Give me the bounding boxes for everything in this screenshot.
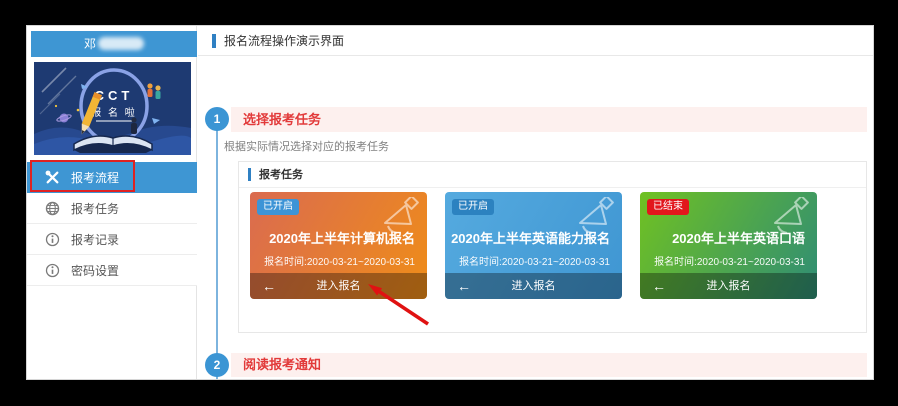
step1-header-strip: 选择报考任务 [231,107,867,132]
task-card-footer: ← 进入报名 [640,273,817,299]
sidebar-item-label: 报考流程 [71,169,119,186]
section-marker [248,168,251,181]
section-marker [212,34,216,48]
page-title: 报名流程操作演示界面 [224,26,344,56]
back-arrow-icon[interactable]: ← [652,273,666,299]
task-time: 报名时间:2020-03-21~2020-03-31 [459,253,610,268]
enter-registration-button[interactable]: 进入报名 [250,273,427,299]
sidebar-item-exam-tasks[interactable]: 报考任务 [27,193,197,224]
status-badge: 已结束 [647,199,689,215]
page-header: 报名流程操作演示界面 [198,26,873,56]
task-card-computer[interactable]: 已开启 2020年上半年计算机报名 报名时间:2020-03-21~2020-0… [250,192,427,299]
sidebar-item-exam-records[interactable]: 报考记录 [27,224,197,255]
task-card-english-ability[interactable]: 已开启 2020年上半年英语能力报名 报名时间:2020-03-21~2020-… [445,192,622,299]
task-title: 2020年上半年英语口语 [672,228,805,247]
tools-icon [45,170,60,185]
sidebar-item-exam-process[interactable]: 报考流程 [27,162,197,193]
globe-icon [45,201,60,216]
task-time: 报名时间:2020-03-21~2020-03-31 [654,253,805,268]
step1-description: 根据实际情况选择对应的报考任务 [224,138,389,154]
step-timeline-line [216,119,218,379]
sidebar: 邓 CCT 报 名 啦 [27,26,197,379]
user-name-bar: 邓 [31,31,197,57]
sidebar-item-label: 密码设置 [71,262,119,279]
task-time: 报名时间:2020-03-21~2020-03-31 [264,253,415,268]
step1-number-badge: 1 [205,107,229,131]
step2-header-strip: 阅读报考通知 [231,353,867,377]
task-card-footer: ← 进入报名 [250,273,427,299]
task-panel-title: 报考任务 [259,162,303,188]
step2-title: 阅读报考通知 [231,353,867,377]
sidebar-item-password-settings[interactable]: 密码设置 [27,255,197,286]
back-arrow-icon[interactable]: ← [457,273,471,299]
user-name: 邓 [84,37,96,51]
enter-registration-button[interactable]: 进入报名 [445,273,622,299]
step2-number-badge: 2 [205,353,229,377]
task-card-list: 已开启 2020年上半年计算机报名 报名时间:2020-03-21~2020-0… [250,192,850,299]
censored-name-blur [98,37,144,50]
enter-registration-button[interactable]: 进入报名 [640,273,817,299]
info-icon [45,263,60,278]
main-content: 报名流程操作演示界面 选择报考任务 1 根据实际情况选择对应的报考任务 报考任务… [198,26,873,379]
screenshot-frame: 邓 CCT 报 名 啦 [0,0,898,406]
app-window: 邓 CCT 报 名 啦 [26,25,874,380]
status-badge: 已开启 [257,199,299,215]
banner-subtitle: 报 名 啦 [91,106,137,119]
sidebar-menu: 报考流程 报考任务 [27,162,197,286]
task-card-english-speaking[interactable]: 已结束 2020年上半年英语口语 报名时间:2020-03-21~2020-03… [640,192,817,299]
task-title: 2020年上半年英语能力报名 [451,228,610,247]
task-card-footer: ← 进入报名 [445,273,622,299]
sidebar-item-label: 报考任务 [71,200,119,217]
info-icon [45,232,60,247]
step1-title: 选择报考任务 [231,107,867,132]
task-title: 2020年上半年计算机报名 [269,228,415,247]
status-badge: 已开启 [452,199,494,215]
task-panel: 报考任务 已开启 2020年上半年计算机报名 报名时间 [238,161,867,333]
sidebar-item-label: 报考记录 [71,231,119,248]
task-panel-header: 报考任务 [239,162,866,188]
back-arrow-icon[interactable]: ← [262,273,276,299]
banner-illustration: CCT 报 名 啦 [34,62,191,155]
